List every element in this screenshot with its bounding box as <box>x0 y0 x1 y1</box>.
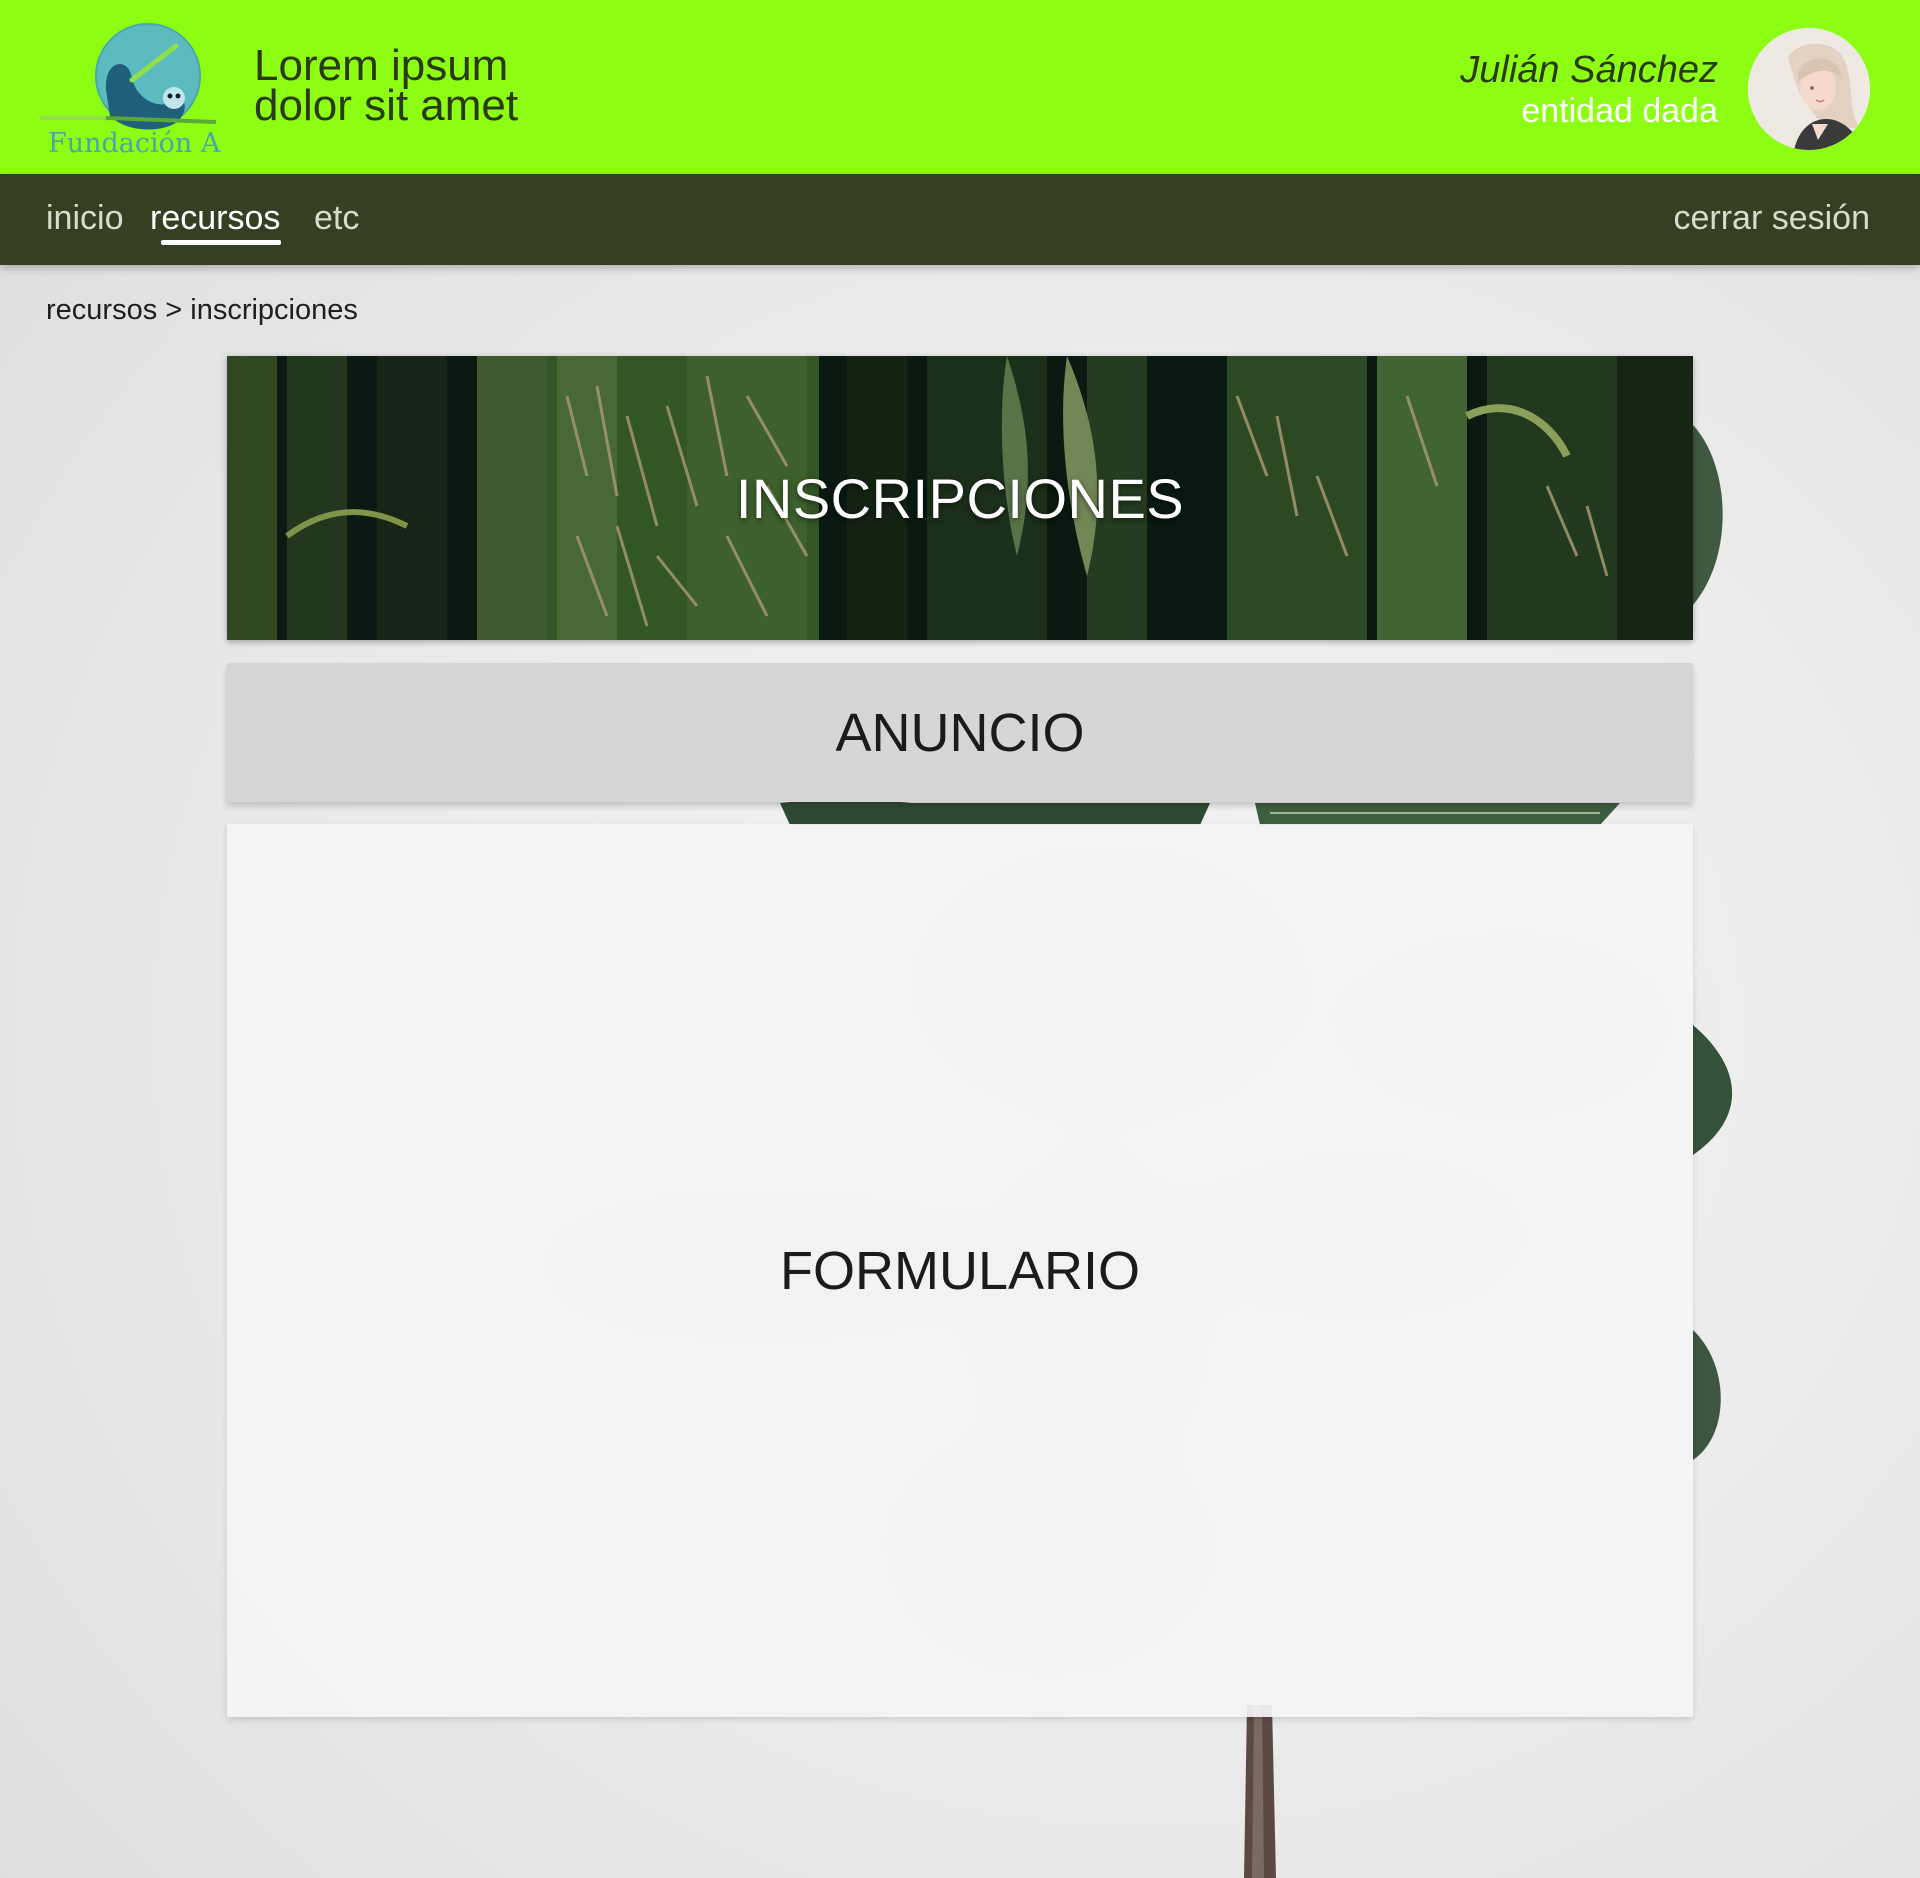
nav-item-recursos[interactable]: recursos <box>150 198 280 238</box>
active-nav-indicator <box>161 240 281 245</box>
site-title-line-1: Lorem ipsum <box>254 41 509 90</box>
user-name: Julián Sánchez <box>1460 49 1718 91</box>
top-header: Fundación A Lorem ipsum dolor sit amet J… <box>0 0 1920 174</box>
site-title: Lorem ipsum dolor sit amet <box>254 41 519 130</box>
user-avatar[interactable] <box>1748 28 1870 150</box>
foundation-logo[interactable]: Fundación A <box>36 20 236 160</box>
nav-item-inicio[interactable]: inicio <box>46 198 123 238</box>
banner-title: INSCRIPCIONES <box>735 466 1185 530</box>
breadcrumb[interactable]: recursos > inscripciones <box>46 292 358 328</box>
user-entity: entidad dada <box>1521 92 1718 130</box>
site-title-line-2: dolor sit amet <box>254 81 519 130</box>
main-navbar: inicio recursos etc cerrar sesión <box>0 174 1920 265</box>
logo-text: Fundación A <box>48 128 221 159</box>
announcement-panel: ANUNCIO <box>227 663 1693 802</box>
form-label: FORMULARIO <box>779 1240 1141 1301</box>
logout-link[interactable]: cerrar sesión <box>1673 198 1870 238</box>
avatar-illustration <box>1748 28 1870 150</box>
user-info: Julián Sánchez entidad dada <box>1460 48 1718 130</box>
inscripciones-banner: INSCRIPCIONES <box>227 356 1693 640</box>
announcement-label: ANUNCIO <box>835 702 1085 763</box>
form-panel[interactable]: FORMULARIO <box>227 824 1693 1717</box>
nav-item-etc[interactable]: etc <box>314 198 359 238</box>
